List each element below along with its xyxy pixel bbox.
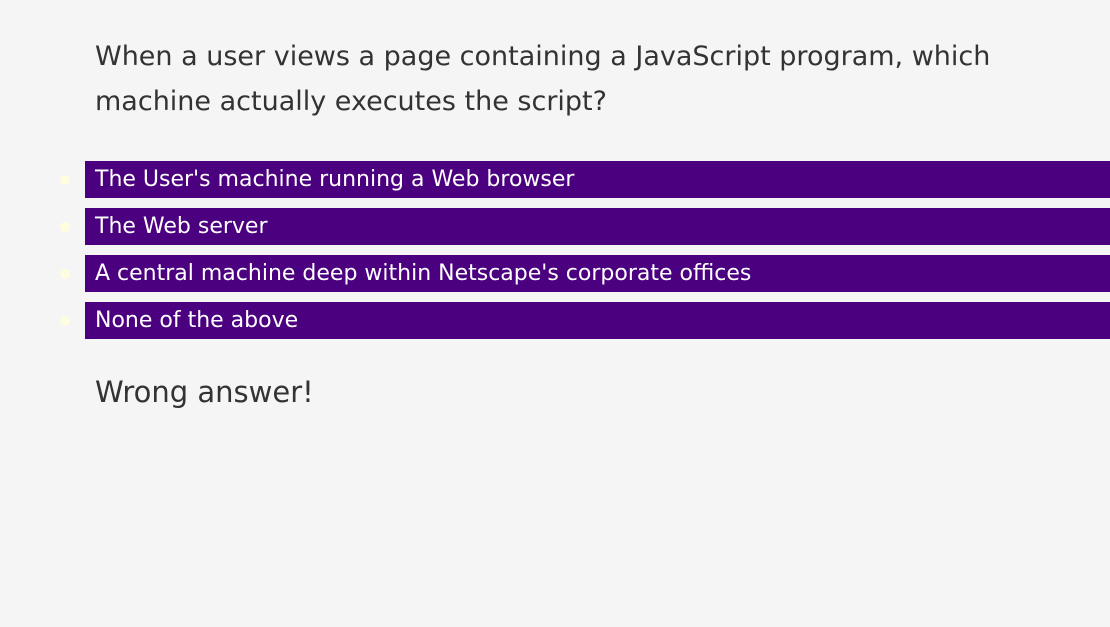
- answer-item: The User's machine running a Web browser: [0, 161, 1110, 198]
- bullet-icon: [60, 222, 70, 232]
- answer-option-4[interactable]: None of the above: [85, 302, 1110, 339]
- answer-label: The User's machine running a Web browser: [95, 167, 575, 192]
- answer-list: The User's machine running a Web browser…: [0, 161, 1110, 349]
- answer-label: A central machine deep within Netscape's…: [95, 261, 752, 286]
- answer-item: A central machine deep within Netscape's…: [0, 255, 1110, 292]
- answer-label: The Web server: [95, 214, 268, 239]
- bullet-icon: [60, 316, 70, 326]
- answer-option-3[interactable]: A central machine deep within Netscape's…: [85, 255, 1110, 292]
- bullet-icon: [60, 175, 70, 185]
- bullet-icon: [60, 269, 70, 279]
- answer-option-1[interactable]: The User's machine running a Web browser: [85, 161, 1110, 198]
- answer-item: The Web server: [0, 208, 1110, 245]
- result-message: Wrong answer!: [95, 375, 314, 409]
- answer-item: None of the above: [0, 302, 1110, 339]
- question-text: When a user views a page containing a Ja…: [95, 41, 991, 117]
- answer-option-2[interactable]: The Web server: [85, 208, 1110, 245]
- quiz-container: When a user views a page containing a Ja…: [0, 0, 1110, 627]
- answer-label: None of the above: [95, 308, 299, 333]
